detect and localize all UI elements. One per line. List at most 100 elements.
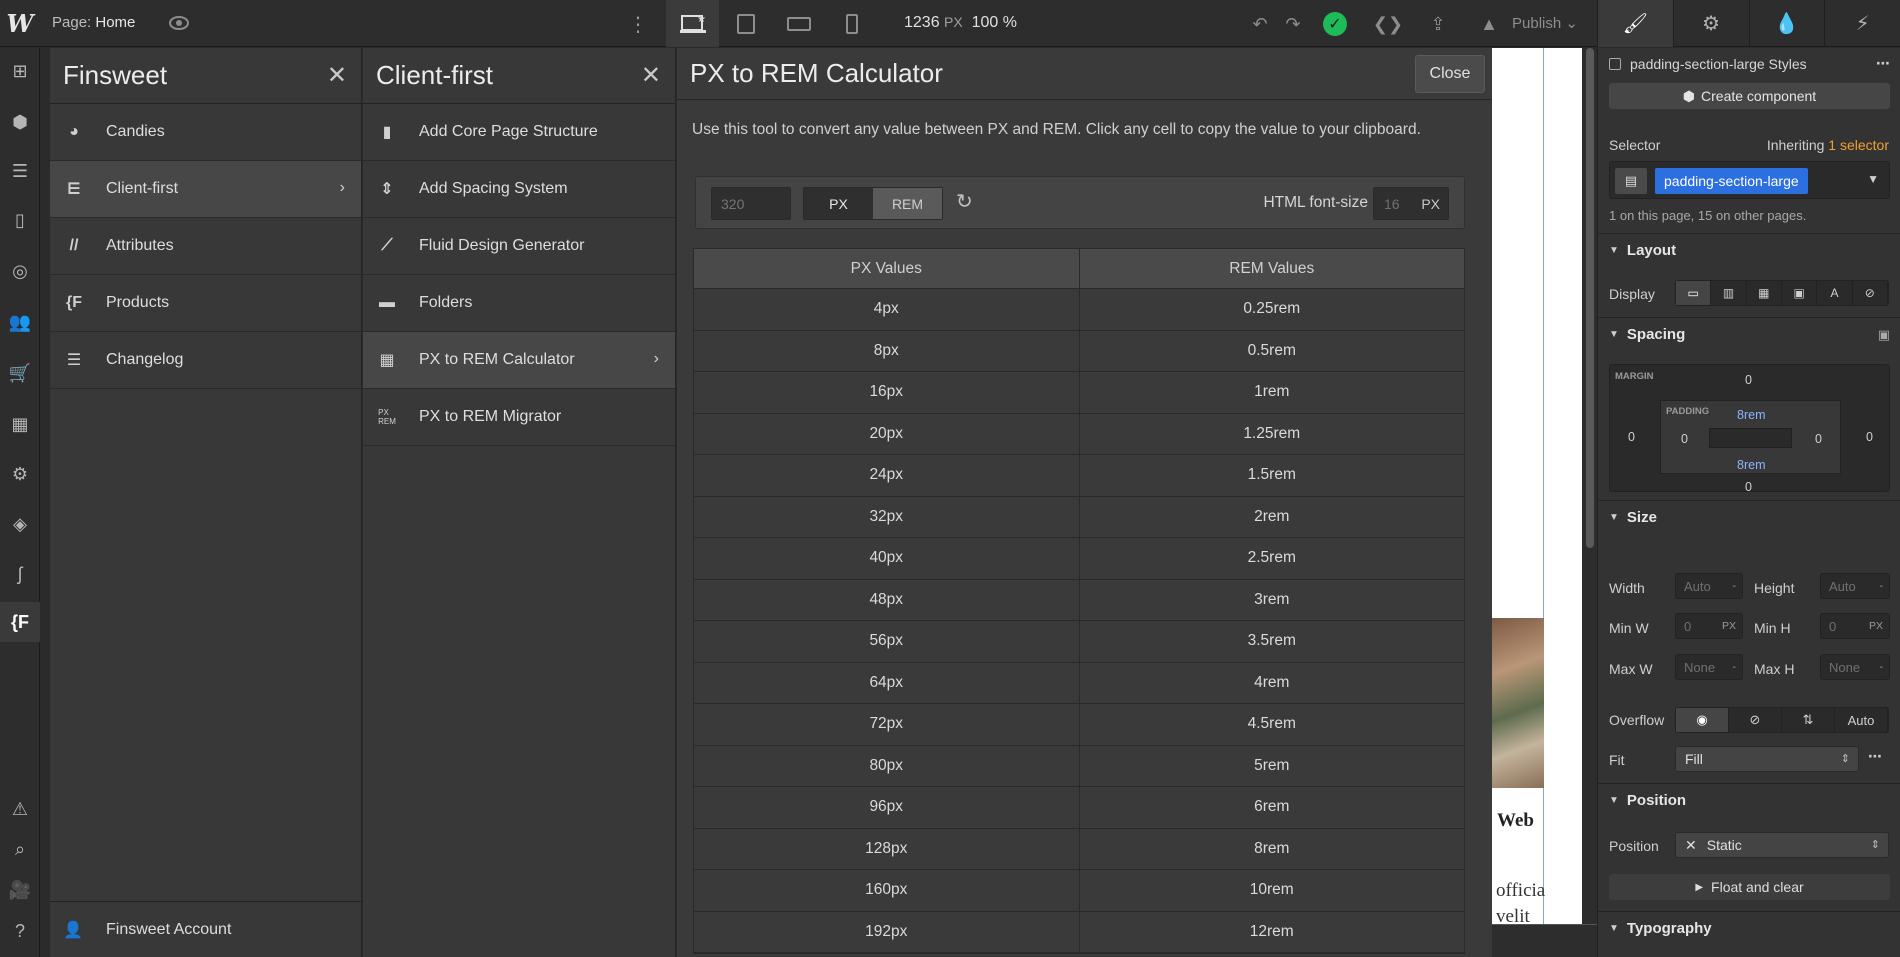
position-select[interactable]: ✕ Static ⇕ <box>1675 832 1889 858</box>
finsweet-item-client-first[interactable]: ⋿ Client-first › <box>50 161 361 218</box>
px-value-cell[interactable]: 32px <box>694 496 1080 537</box>
px-value-cell[interactable]: 192px <box>694 911 1080 952</box>
px-value-cell[interactable]: 4px <box>694 289 1080 330</box>
scrollbar-thumb[interactable] <box>1586 48 1594 548</box>
width-input[interactable]: Auto - <box>1675 573 1743 599</box>
close-finsweet-icon[interactable]: ✕ <box>327 61 347 90</box>
close-button[interactable]: Close <box>1415 55 1485 93</box>
relume-icon[interactable]: ʃ <box>0 554 40 594</box>
assets-icon[interactable]: ▦ <box>0 404 40 444</box>
navigator-icon[interactable]: ☰ <box>0 151 40 191</box>
value-input[interactable] <box>711 187 791 220</box>
search-icon[interactable]: ⌕ <box>0 829 40 869</box>
rem-value-cell[interactable]: 2rem <box>1080 497 1465 538</box>
inheriting-selector-link[interactable]: 1 selector <box>1828 137 1889 153</box>
overflow-scroll-icon[interactable]: ⇅ <box>1782 708 1835 732</box>
rem-value-cell[interactable]: 0.5rem <box>1080 331 1465 372</box>
style-more-icon[interactable]: ⋯ <box>1876 55 1890 72</box>
fit-select[interactable]: Fill ⇕ <box>1675 746 1859 772</box>
webflow-logo[interactable]: W <box>0 0 40 47</box>
max-width-input[interactable]: None - <box>1675 654 1743 680</box>
finsweet-item-products[interactable]: {F Products <box>50 275 361 332</box>
mobile-landscape-breakpoint-icon[interactable] <box>772 0 825 47</box>
preview-eye-icon[interactable] <box>168 13 190 33</box>
padding-right-value[interactable]: 0 <box>1815 432 1822 446</box>
more-options-icon[interactable]: ⋮ <box>628 12 648 37</box>
px-value-cell[interactable]: 72px <box>694 704 1080 745</box>
padding-top-value[interactable]: 8rem <box>1737 408 1765 422</box>
display-block-icon[interactable]: ▭ <box>1676 281 1712 305</box>
px-value-cell[interactable]: 16px <box>694 372 1080 413</box>
rem-value-cell[interactable]: 6rem <box>1080 787 1465 828</box>
rem-value-cell[interactable]: 4.5rem <box>1080 704 1465 745</box>
rem-value-cell[interactable]: 1.5rem <box>1080 455 1465 496</box>
display-inline-icon[interactable]: A <box>1817 281 1853 305</box>
close-client-first-icon[interactable]: ✕ <box>641 61 661 90</box>
px-value-cell[interactable]: 128px <box>694 828 1080 869</box>
desktop-breakpoint-icon[interactable]: ★ <box>666 0 719 47</box>
px-value-cell[interactable]: 56px <box>694 621 1080 662</box>
rem-value-cell[interactable]: 12rem <box>1080 912 1465 953</box>
selector-field[interactable]: ▤ padding-section-large ▼ <box>1609 161 1890 199</box>
px-value-cell[interactable]: 48px <box>694 579 1080 620</box>
rem-value-cell[interactable]: 4rem <box>1080 663 1465 704</box>
rem-value-cell[interactable]: 8rem <box>1080 829 1465 870</box>
publish-button[interactable]: Publish ⌄ <box>1512 14 1578 32</box>
apps-cube-icon[interactable]: ◈ <box>0 504 40 544</box>
finsweet-item-changelog[interactable]: ☰ Changelog <box>50 332 361 389</box>
cms-database-icon[interactable]: ◎ <box>0 251 40 291</box>
display-grid-icon[interactable]: ▦ <box>1747 281 1782 305</box>
rem-value-cell[interactable]: 5rem <box>1080 746 1465 787</box>
canvas-scrollbar[interactable] <box>1583 48 1597 957</box>
pages-icon[interactable]: ▯ <box>0 200 40 240</box>
settings-gear-icon[interactable]: ⚙ <box>1672 0 1749 47</box>
overflow-visible-icon[interactable]: ◉ <box>1676 708 1729 732</box>
reset-icon[interactable]: ↻ <box>956 189 973 214</box>
display-none-icon[interactable]: ⊘ <box>1853 281 1888 305</box>
code-export-icon[interactable]: ❮❯ <box>1373 11 1403 37</box>
finsweet-app-icon[interactable]: {F <box>0 602 40 642</box>
add-panel-icon[interactable]: ⊞ <box>0 51 40 91</box>
padding-left-value[interactable]: 0 <box>1681 432 1688 446</box>
overflow-hidden-icon[interactable]: ⊘ <box>1729 708 1782 732</box>
min-width-input[interactable]: 0 PX <box>1675 613 1743 639</box>
share-icon[interactable]: ⇪ <box>1425 11 1451 37</box>
mobile-portrait-breakpoint-icon[interactable] <box>825 0 878 47</box>
spacing-section-header[interactable]: ▼ Spacing ▣ <box>1598 317 1900 351</box>
undo-icon[interactable]: ↶ <box>1247 11 1273 37</box>
finsweet-account-link[interactable]: 👤 Finsweet Account <box>50 901 362 957</box>
rem-value-cell[interactable]: 1rem <box>1080 372 1465 413</box>
rem-value-cell[interactable]: 3rem <box>1080 580 1465 621</box>
px-value-cell[interactable]: 24px <box>694 455 1080 496</box>
video-tutorials-icon[interactable]: 🎥 <box>0 870 40 910</box>
px-toggle-button[interactable]: PX <box>804 188 873 219</box>
rem-toggle-button[interactable]: REM <box>873 188 942 219</box>
float-and-clear-button[interactable]: ▶ Float and clear <box>1609 874 1890 900</box>
rem-value-cell[interactable]: 0.25rem <box>1080 289 1465 330</box>
canvas-paragraph[interactable]: officia velit <box>1496 878 1545 930</box>
create-component-button[interactable]: ⬢ Create component <box>1609 83 1890 109</box>
overflow-auto-button[interactable]: Auto <box>1835 708 1888 732</box>
tablet-breakpoint-icon[interactable] <box>719 0 772 47</box>
redo-icon[interactable]: ↷ <box>1280 11 1306 37</box>
canvas-page[interactable]: Web officia velit <box>1492 48 1582 927</box>
finsweet-item-attributes[interactable]: // Attributes <box>50 218 361 275</box>
padding-bottom-value[interactable]: 8rem <box>1737 458 1765 472</box>
spacing-options-icon[interactable]: ▣ <box>1878 327 1890 343</box>
symbols-cube-icon[interactable]: ⬢ <box>0 102 40 142</box>
ecommerce-cart-icon[interactable]: 🛒 <box>0 353 40 393</box>
client-first-item-fluid-design[interactable]: ⟋ Fluid Design Generator <box>363 218 675 275</box>
client-first-item-core-structure[interactable]: ▮ Add Core Page Structure <box>363 104 675 161</box>
px-value-cell[interactable]: 20px <box>694 413 1080 454</box>
style-manager-drops-icon[interactable]: 💧 <box>1748 0 1825 47</box>
display-flex-icon[interactable]: ▥ <box>1711 281 1747 305</box>
style-checkbox[interactable] <box>1609 57 1621 70</box>
client-first-item-spacing-system[interactable]: ⇕ Add Spacing System <box>363 161 675 218</box>
margin-left-value[interactable]: 0 <box>1628 430 1635 444</box>
display-inline-block-icon[interactable]: ▣ <box>1782 281 1818 305</box>
publish-rocket-icon[interactable]: ▲ <box>1476 11 1502 37</box>
settings-gear-rail-icon[interactable]: ⚙ <box>0 454 40 494</box>
canvas-heading[interactable]: Web <box>1497 810 1534 832</box>
layout-section-header[interactable]: ▼ Layout <box>1598 233 1900 267</box>
canvas-image[interactable] <box>1492 618 1544 788</box>
